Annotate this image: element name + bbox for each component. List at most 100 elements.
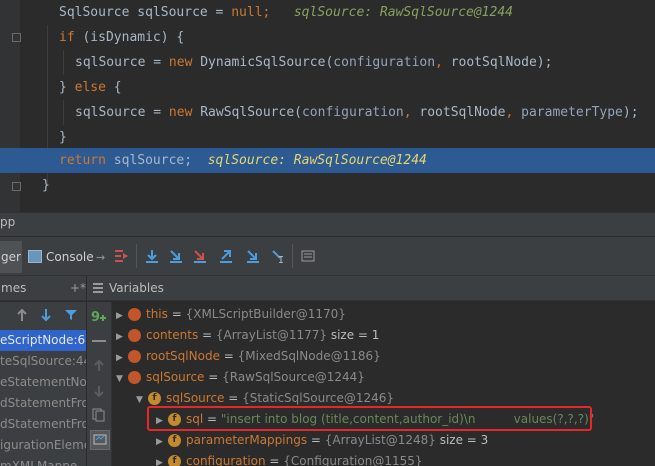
code-sep: , bbox=[505, 105, 522, 120]
code-line[interactable]: } bbox=[0, 173, 655, 198]
fold-marker-icon[interactable] bbox=[12, 182, 21, 191]
variable-name: configuration bbox=[186, 454, 266, 466]
force-step-into-icon[interactable] bbox=[192, 248, 208, 264]
expand-arrow-icon[interactable]: ▶ bbox=[116, 327, 128, 348]
move-down-icon[interactable] bbox=[93, 385, 105, 397]
code-keyword: null bbox=[231, 5, 263, 20]
copy-icon[interactable] bbox=[92, 408, 106, 422]
tool-window-title: pp bbox=[0, 215, 16, 229]
code-line[interactable]: sqlSource = new RawSqlSource(configurati… bbox=[0, 100, 655, 125]
variable-eq: = bbox=[224, 391, 243, 405]
code-line[interactable]: } bbox=[0, 125, 655, 150]
variable-value: {ArrayList@1177} bbox=[215, 328, 327, 342]
code-keyword: if bbox=[59, 30, 75, 45]
code-keyword: new bbox=[168, 55, 193, 70]
variable-value: {MixedSqlNode@1186} bbox=[237, 349, 381, 363]
frame-down-icon[interactable] bbox=[40, 308, 52, 322]
tool-window-title-bar bbox=[0, 212, 655, 236]
variable-icon bbox=[128, 371, 141, 384]
variable-icon bbox=[128, 329, 141, 342]
step-out-icon[interactable] bbox=[218, 248, 234, 264]
frame-item[interactable]: igurationEleme bbox=[0, 435, 86, 456]
code-param: configuration bbox=[333, 55, 436, 70]
code-line[interactable]: SqlSource sqlSource = null; sqlSource: R… bbox=[0, 0, 655, 25]
drop-frame-icon[interactable] bbox=[245, 248, 261, 264]
pin-tab-icon[interactable]: → bbox=[94, 248, 110, 264]
expand-arrow-icon[interactable]: ▶ bbox=[156, 432, 168, 453]
code-line[interactable]: sqlSource = new DynamicSqlSource(configu… bbox=[0, 50, 655, 75]
show-types-icon[interactable] bbox=[90, 430, 110, 450]
run-to-cursor-icon[interactable]: I bbox=[270, 248, 286, 264]
code-end: ); bbox=[536, 55, 553, 70]
field-icon: f bbox=[168, 455, 181, 466]
inline-debug-hint: sqlSource: RawSqlSource@1244 bbox=[293, 5, 513, 20]
variable-icon bbox=[128, 350, 141, 363]
variables-icon bbox=[92, 282, 104, 294]
collapse-arrow-icon[interactable]: ▼ bbox=[116, 369, 128, 390]
variable-row[interactable]: ▼ sqlSource = {RawSqlSource@1244} bbox=[116, 367, 365, 388]
code-keyword: new bbox=[168, 105, 193, 120]
variable-row[interactable]: ▶ contents = {ArrayList@1177} size = 1 bbox=[116, 325, 379, 346]
code-var: sqlSource bbox=[137, 5, 208, 20]
frames-pin-icon[interactable]: +* bbox=[70, 276, 86, 301]
variable-row[interactable]: ▶ rootSqlNode = {MixedSqlNode@1186} bbox=[116, 346, 381, 367]
tab-debugger[interactable]: ger bbox=[0, 241, 22, 273]
code-op: = bbox=[207, 5, 232, 20]
variable-row[interactable]: ▶ f parameterMappings = {ArrayList@1248} s… bbox=[156, 430, 488, 451]
expand-arrow-icon[interactable]: ▶ bbox=[156, 453, 168, 466]
variable-eq: = bbox=[204, 370, 223, 384]
code-brace: { bbox=[105, 80, 122, 95]
frames-title: mes bbox=[1, 281, 27, 295]
tab-console[interactable]: Console bbox=[24, 241, 94, 273]
code-param: configuration bbox=[301, 105, 404, 120]
frame-item[interactable]: mXMLMappe bbox=[0, 456, 86, 466]
move-up-icon[interactable] bbox=[93, 360, 105, 372]
fold-marker-icon[interactable] bbox=[12, 33, 21, 42]
expand-arrow-icon[interactable]: ▶ bbox=[116, 348, 128, 369]
variable-row[interactable]: ▶ this = {XMLScriptBuilder@1170} bbox=[116, 304, 346, 325]
frame-item[interactable]: teSqlSource:44 bbox=[0, 351, 86, 372]
field-icon: f bbox=[168, 434, 181, 447]
toolbar-divider bbox=[136, 244, 137, 268]
code-type: SqlSource bbox=[59, 5, 130, 20]
svg-text:I: I bbox=[278, 255, 284, 264]
code-end: ); bbox=[622, 105, 639, 120]
variable-name: contents bbox=[146, 328, 199, 342]
variable-value: {Configuration@1155} bbox=[283, 454, 423, 466]
variable-icon bbox=[128, 308, 141, 321]
evaluate-expression-icon[interactable] bbox=[300, 248, 316, 264]
code-lhs: sqlSource = bbox=[75, 105, 169, 120]
frame-item[interactable]: eScriptNode:6 bbox=[0, 330, 86, 351]
variable-value: {RawSqlSource@1244} bbox=[222, 370, 365, 384]
variable-row[interactable]: ▶ f configuration = {Configuration@1155} bbox=[156, 451, 423, 466]
code-condition: (isDynamic) { bbox=[74, 30, 185, 45]
code-param: rootSqlNode bbox=[419, 105, 506, 120]
svg-text:→: → bbox=[96, 251, 105, 264]
variable-name: parameterMappings bbox=[186, 433, 308, 447]
code-line-execution-point[interactable]: return sqlSource; sqlSource: RawSqlSourc… bbox=[0, 148, 655, 173]
step-over-icon[interactable] bbox=[144, 248, 160, 264]
code-line[interactable]: if (isDynamic) { bbox=[0, 25, 655, 50]
frame-item[interactable]: dStatementFro bbox=[0, 414, 86, 435]
frame-up-icon[interactable] bbox=[16, 308, 28, 322]
variables-side-toolbar: 9 bbox=[86, 302, 112, 466]
code-brace: } bbox=[59, 130, 67, 145]
frames-panel-header: mes +* bbox=[0, 276, 86, 301]
expand-arrow-icon[interactable]: ▶ bbox=[116, 306, 128, 327]
show-execution-point-icon[interactable] bbox=[113, 248, 129, 264]
step-into-icon[interactable] bbox=[168, 248, 184, 264]
variable-name: sqlSource bbox=[146, 370, 205, 384]
toolbar-divider bbox=[292, 244, 293, 268]
frame-item[interactable]: eStatementNo bbox=[0, 372, 86, 393]
remove-watch-icon[interactable] bbox=[92, 339, 106, 343]
code-return-value: sqlSource; bbox=[105, 153, 193, 168]
filter-frames-icon[interactable] bbox=[64, 309, 78, 321]
code-editor[interactable]: SqlSource sqlSource = null; sqlSource: R… bbox=[0, 0, 655, 212]
variables-title: Variables bbox=[109, 281, 164, 295]
new-watch-icon[interactable]: 9 bbox=[91, 308, 107, 324]
code-line[interactable]: } else { bbox=[0, 75, 655, 100]
frame-item[interactable]: dStatementFro bbox=[0, 393, 86, 414]
code-sep: , bbox=[435, 55, 451, 70]
code-ctor: RawSqlSource( bbox=[192, 105, 302, 120]
tab-console-label: Console bbox=[46, 250, 94, 264]
